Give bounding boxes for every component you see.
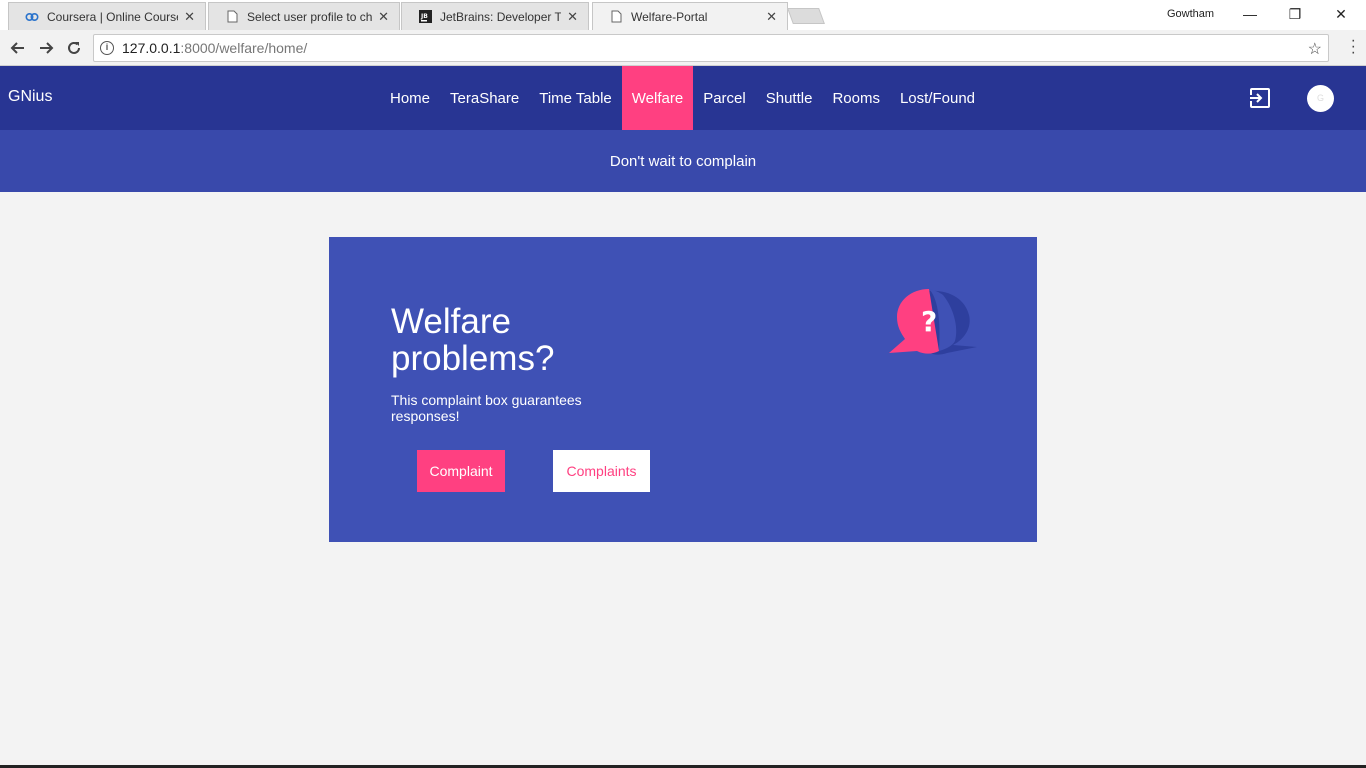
browser-tab-welfare-portal[interactable]: Welfare-Portal ✕ xyxy=(592,2,788,30)
browser-tab-jetbrains[interactable]: JB JetBrains: Developer Tool ✕ xyxy=(401,2,589,30)
nav-link-home[interactable]: Home xyxy=(380,66,440,130)
browser-tabstrip: Coursera | Online Course ✕ Select user p… xyxy=(0,0,1366,30)
nav-link-parcel[interactable]: Parcel xyxy=(693,66,756,130)
browser-tab-coursera[interactable]: Coursera | Online Course ✕ xyxy=(8,2,206,30)
bookmark-star-icon[interactable]: ☆ xyxy=(1308,39,1322,59)
restore-icon[interactable]: ❐ xyxy=(1275,4,1315,24)
reload-icon[interactable] xyxy=(62,36,86,60)
page-icon xyxy=(609,10,623,24)
close-icon[interactable]: ✕ xyxy=(184,9,195,25)
nav-link-time-table[interactable]: Time Table xyxy=(529,66,622,130)
svg-text:JB: JB xyxy=(420,13,428,20)
card-title: Welfare problems? xyxy=(391,302,555,378)
avatar[interactable]: G xyxy=(1307,85,1334,112)
question-bubble-icon: ? xyxy=(887,287,987,359)
nav-link-rooms[interactable]: Rooms xyxy=(822,66,890,130)
address-bar[interactable]: i 127.0.0.1:8000/welfare/home/ ☆ xyxy=(93,34,1329,62)
new-tab-button[interactable] xyxy=(787,8,825,24)
app-navbar: GNius Home TeraShare Time Table Welfare … xyxy=(0,66,1366,130)
back-arrow-icon[interactable] xyxy=(6,36,30,60)
complaints-button[interactable]: Complaints xyxy=(553,450,650,492)
tab-title: Welfare-Portal xyxy=(631,9,708,24)
logout-icon[interactable] xyxy=(1249,87,1271,109)
close-icon[interactable]: ✕ xyxy=(378,9,389,25)
url-path: :8000/welfare/home/ xyxy=(180,40,308,56)
site-info-icon[interactable]: i xyxy=(100,41,114,55)
jetbrains-icon: JB xyxy=(418,10,432,24)
tagline-bar: Don't wait to complain xyxy=(0,130,1366,192)
welfare-card: Welfare problems? This complaint box gua… xyxy=(329,237,1037,542)
complaint-button[interactable]: Complaint xyxy=(417,450,505,492)
browser-menu-icon[interactable]: · · · xyxy=(1351,33,1356,61)
coursera-icon xyxy=(25,10,39,24)
forward-arrow-icon[interactable] xyxy=(34,36,58,60)
browser-tab-select-profile[interactable]: Select user profile to cha ✕ xyxy=(208,2,400,30)
nav-link-terashare[interactable]: TeraShare xyxy=(440,66,529,130)
nav-link-welfare[interactable]: Welfare xyxy=(621,66,694,130)
url-host: 127.0.0.1 xyxy=(122,40,181,56)
brand-logo[interactable]: GNius xyxy=(8,88,52,106)
nav-link-shuttle[interactable]: Shuttle xyxy=(756,66,823,130)
page-icon xyxy=(225,10,239,24)
tab-title: Coursera | Online Course xyxy=(47,9,179,24)
close-icon[interactable]: ✕ xyxy=(567,9,578,25)
tab-title: JetBrains: Developer Tool xyxy=(440,9,561,24)
browser-toolbar: i 127.0.0.1:8000/welfare/home/ ☆ · · · xyxy=(0,30,1366,66)
minimize-icon[interactable]: — xyxy=(1230,4,1270,24)
browser-profile-name[interactable]: Gowtham xyxy=(1167,8,1214,20)
tab-title: Select user profile to cha xyxy=(247,9,373,24)
window-close-icon[interactable]: ✕ xyxy=(1321,4,1361,24)
svg-text:?: ? xyxy=(921,305,937,338)
nav-link-lost-found[interactable]: Lost/Found xyxy=(890,66,985,130)
nav-links: Home TeraShare Time Table Welfare Parcel… xyxy=(380,66,985,130)
card-subtitle: This complaint box guarantees responses! xyxy=(391,392,582,424)
tagline-text: Don't wait to complain xyxy=(609,152,757,170)
close-icon[interactable]: ✕ xyxy=(766,9,777,25)
